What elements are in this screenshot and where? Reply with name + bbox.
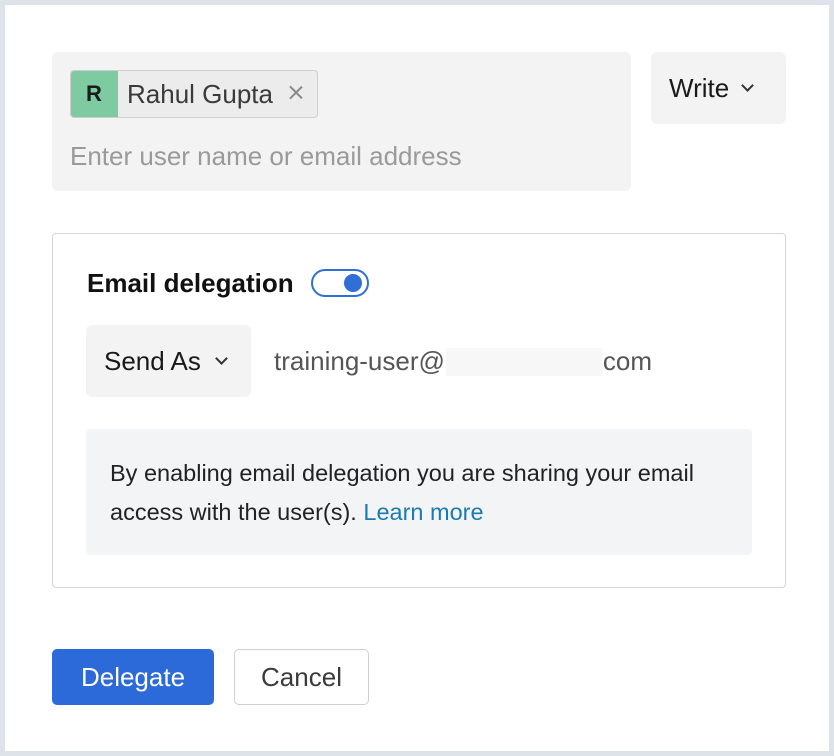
delegation-toggle[interactable] [311, 269, 369, 297]
delegated-email: training-user@ com [274, 346, 652, 377]
recipient-name: Rahul Gupta [127, 78, 273, 109]
close-icon[interactable] [285, 82, 307, 104]
email-prefix: training-user@ [274, 346, 445, 376]
info-box: By enabling email delegation you are sha… [86, 429, 752, 555]
email-delegation-panel: Email delegation Send As training-user@ … [52, 233, 786, 588]
cancel-button[interactable]: Cancel [234, 649, 369, 705]
recipient-chip: R Rahul Gupta [70, 70, 318, 118]
send-mode-dropdown[interactable]: Send As [86, 325, 251, 397]
avatar: R [71, 71, 118, 117]
recipient-field[interactable]: R Rahul Gupta [52, 52, 631, 191]
learn-more-link[interactable]: Learn more [363, 499, 483, 525]
delegate-button[interactable]: Delegate [52, 649, 214, 705]
redacted-domain [445, 347, 602, 376]
permission-label: Write [669, 72, 730, 103]
info-text: By enabling email delegation you are sha… [110, 454, 730, 532]
delegation-title: Email delegation [87, 268, 294, 298]
chevron-down-icon [214, 351, 228, 365]
toggle-knob [344, 274, 362, 292]
email-suffix: com [602, 346, 653, 376]
recipient-input[interactable] [70, 138, 610, 174]
chevron-down-icon [741, 78, 755, 92]
delegation-dialog: R Rahul Gupta Write Email delegation Sen… [5, 5, 829, 751]
send-mode-label: Send As [104, 345, 201, 376]
permission-dropdown[interactable]: Write [651, 52, 786, 124]
